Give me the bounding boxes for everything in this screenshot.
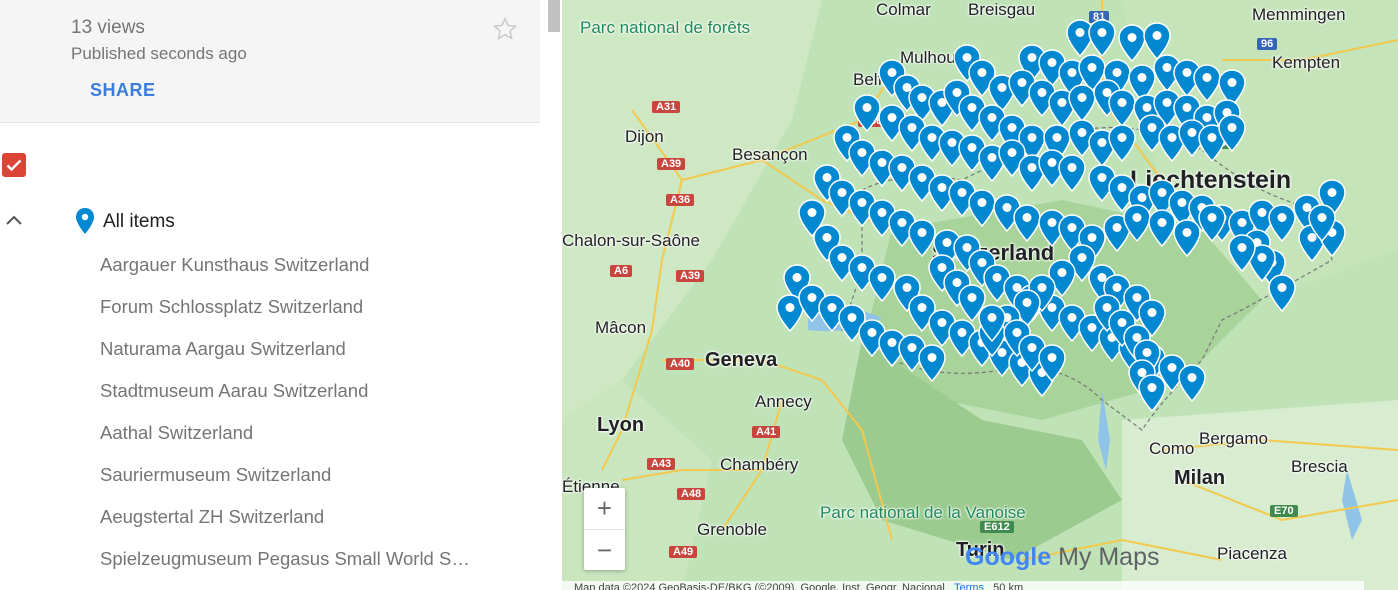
place-label: Piacenza bbox=[1217, 544, 1287, 563]
list-item[interactable]: Forum Schlossplatz Switzerland bbox=[100, 295, 480, 319]
place-label: Bergamo bbox=[1199, 429, 1268, 448]
map-info-header: 13 views Published seconds ago SHARE bbox=[0, 0, 540, 123]
road-shield: A36 bbox=[666, 194, 695, 206]
map-canvas[interactable]: Colmar Breisgau Memmingen Mulhouse Kempt… bbox=[562, 0, 1398, 590]
zoom-out-button[interactable]: − bbox=[584, 530, 625, 571]
road-shield: A41 bbox=[752, 426, 781, 438]
list-item[interactable]: Aargauer Kunsthaus Switzerland bbox=[100, 253, 480, 277]
place-label: Chalon-sur-Saône bbox=[562, 231, 700, 250]
road-shield: 96 bbox=[1257, 38, 1278, 50]
layer-checkbox[interactable] bbox=[2, 153, 26, 177]
list-item[interactable]: Sauriermuseum Switzerland bbox=[100, 463, 480, 487]
list-item[interactable]: Aathal Switzerland bbox=[100, 421, 480, 445]
location-pin-icon bbox=[76, 208, 94, 234]
place-label: Milan bbox=[1174, 467, 1226, 489]
place-label: Dijon bbox=[625, 127, 664, 146]
road-shield: A6 bbox=[610, 265, 633, 277]
road-shield: 60 bbox=[1216, 137, 1237, 149]
place-label: Switzerland bbox=[932, 240, 1055, 265]
my-maps-logo: My Maps bbox=[1058, 543, 1160, 571]
scrollbar-thumb[interactable] bbox=[548, 0, 560, 32]
sidebar-scrollbar[interactable] bbox=[546, 0, 562, 590]
list-item[interactable]: Aeugstertal ZH Switzerland bbox=[100, 505, 480, 529]
all-items-label[interactable]: All items bbox=[103, 211, 175, 233]
place-label: Chambéry bbox=[720, 455, 799, 474]
place-label: Brescia bbox=[1291, 457, 1348, 476]
list-item[interactable]: Naturama Aargau Switzerland bbox=[100, 337, 480, 361]
place-label: Breisgau bbox=[968, 0, 1036, 19]
zoom-in-button[interactable]: + bbox=[584, 488, 625, 529]
place-label: Liechtenstein bbox=[1130, 166, 1292, 194]
place-label: Kempten bbox=[1272, 53, 1341, 72]
map-attribution: Map data ©2024 GeoBasis-DE/BKG (©2009), … bbox=[574, 582, 945, 590]
zoom-control: + − bbox=[584, 488, 625, 570]
list-item[interactable]: Spielzeugmuseum Pegasus Small World Swit… bbox=[100, 547, 470, 571]
park-label: Parc national de forêts bbox=[580, 18, 751, 37]
share-button[interactable]: SHARE bbox=[90, 80, 156, 101]
place-label: Annecy bbox=[755, 392, 812, 411]
place-label: Colmar bbox=[876, 0, 931, 19]
road-shield: A48 bbox=[677, 488, 706, 500]
road-shield: A39 bbox=[676, 270, 705, 282]
place-label: Mulhouse bbox=[900, 48, 974, 67]
checkmark-icon bbox=[6, 159, 22, 172]
sidebar: 13 views Published seconds ago SHARE All… bbox=[0, 0, 540, 590]
star-outline-icon[interactable] bbox=[492, 16, 518, 42]
place-label: Memmingen bbox=[1252, 5, 1346, 24]
view-count: 13 views bbox=[71, 17, 145, 38]
place-label: Como bbox=[1149, 439, 1195, 458]
road-shield: E70 bbox=[1270, 505, 1298, 517]
chevron-up-icon[interactable] bbox=[4, 212, 24, 228]
place-label: Besançon bbox=[732, 145, 808, 164]
place-label: Mâcon bbox=[595, 318, 647, 337]
map-terrain bbox=[562, 0, 1398, 590]
road-shield: A49 bbox=[669, 546, 698, 558]
list-item[interactable]: Stadtmuseum Aarau Switzerland bbox=[100, 379, 480, 403]
road-shield: E612 bbox=[980, 521, 1014, 533]
road-shield: A43 bbox=[647, 458, 676, 470]
map-footer: Map data ©2024 GeoBasis-DE/BKG (©2009), … bbox=[562, 581, 1364, 590]
road-shield: A40 bbox=[666, 358, 695, 370]
road-shield: A36 bbox=[858, 115, 887, 127]
place-label: Lyon bbox=[597, 414, 645, 436]
road-shield: A39 bbox=[657, 158, 686, 170]
road-shield: A31 bbox=[652, 101, 681, 113]
park-label: Parc national de la Vanoise bbox=[820, 503, 1026, 522]
published-status: Published seconds ago bbox=[71, 44, 247, 63]
scale-label: 50 km bbox=[993, 582, 1024, 590]
place-label: Geneva bbox=[705, 349, 778, 371]
place-label: Belfort bbox=[853, 70, 903, 89]
place-label: Grenoble bbox=[697, 520, 767, 539]
road-shield: 81 bbox=[1089, 11, 1110, 23]
google-logo: Google bbox=[965, 543, 1052, 571]
google-my-maps-logo: Google My Maps bbox=[965, 543, 1159, 572]
terms-link[interactable]: Terms bbox=[954, 582, 984, 590]
